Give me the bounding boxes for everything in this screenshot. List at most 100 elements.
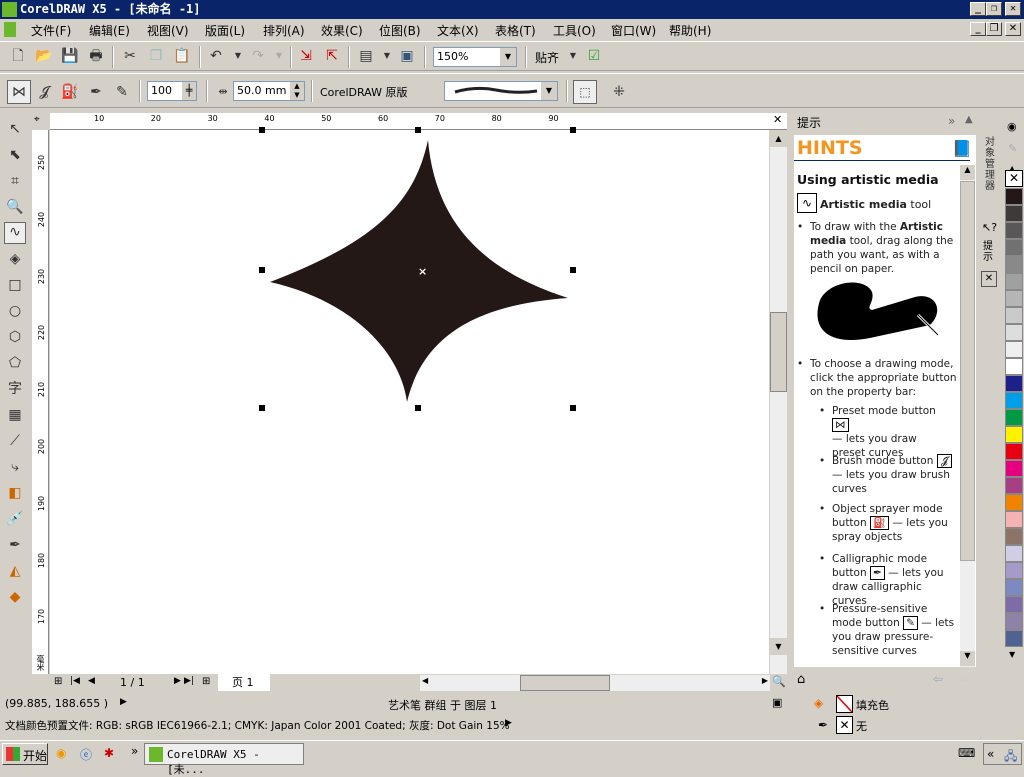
prev-page-icon[interactable]: ◀ bbox=[88, 676, 95, 686]
color-swatch[interactable] bbox=[1005, 494, 1023, 511]
close-doc-icon[interactable]: ✕ bbox=[773, 113, 782, 126]
pick-tool-icon[interactable]: ↖ bbox=[6, 120, 24, 138]
palette-eyedropper-icon[interactable]: ✎ bbox=[1008, 142, 1017, 155]
first-page-icon[interactable]: |◀ bbox=[70, 676, 80, 686]
menu-arrange[interactable]: 排列(A) bbox=[263, 22, 305, 39]
color-swatch[interactable] bbox=[1005, 443, 1023, 460]
text-tool-icon[interactable]: 字 bbox=[6, 380, 24, 398]
fill-icon[interactable]: ◈ bbox=[814, 696, 823, 710]
brush-mode-icon[interactable]: 𝓙 bbox=[35, 83, 53, 101]
selection-handle[interactable] bbox=[570, 405, 576, 411]
selection-handle[interactable] bbox=[259, 267, 265, 273]
color-swatch[interactable] bbox=[1005, 511, 1023, 528]
undo-dropdown-icon[interactable]: ▼ bbox=[229, 47, 247, 65]
scroll-thumb[interactable] bbox=[960, 181, 975, 561]
menu-view[interactable]: 视图(V) bbox=[147, 22, 189, 39]
color-swatch[interactable] bbox=[1005, 188, 1023, 205]
color-swatch[interactable] bbox=[1005, 239, 1023, 256]
app-quicklaunch-icon[interactable]: ✱ bbox=[104, 746, 114, 760]
close-tab-icon[interactable]: ✕ bbox=[981, 271, 997, 287]
chevron-down-icon[interactable]: ▼ bbox=[541, 82, 557, 100]
maximize-button[interactable]: ❐ bbox=[986, 2, 1002, 16]
outline-swatch[interactable]: ✕ bbox=[836, 716, 853, 734]
cut-icon[interactable]: ✂ bbox=[121, 47, 139, 65]
menu-help[interactable]: 帮助(H) bbox=[669, 22, 711, 39]
close-button[interactable]: ✕ bbox=[1005, 2, 1021, 16]
color-swatch[interactable] bbox=[1005, 562, 1023, 579]
drawing-page[interactable]: × bbox=[50, 127, 769, 674]
menu-window[interactable]: 窗口(W) bbox=[611, 22, 656, 39]
color-proof-icon[interactable]: ▣ bbox=[772, 696, 782, 709]
slider-icon[interactable]: ╪ bbox=[182, 82, 196, 100]
menu-edit[interactable]: 编辑(E) bbox=[89, 22, 130, 39]
menu-table[interactable]: 表格(T) bbox=[495, 22, 536, 39]
color-swatch[interactable] bbox=[1005, 409, 1023, 426]
scroll-thumb[interactable] bbox=[770, 312, 787, 392]
add-page-before-icon[interactable]: ⊞ bbox=[54, 676, 62, 687]
print-icon[interactable]: 🖶 bbox=[87, 47, 105, 65]
next-page-icon[interactable]: ▶ bbox=[174, 676, 181, 686]
rectangle-tool-icon[interactable]: □ bbox=[6, 276, 24, 294]
shape-tool-icon[interactable]: ⬉ bbox=[6, 146, 24, 164]
center-marker-icon[interactable]: × bbox=[418, 265, 427, 278]
tab-hints[interactable]: 提示 bbox=[983, 241, 997, 263]
paste-icon[interactable]: 📋 bbox=[173, 47, 191, 65]
scroll-down-icon[interactable]: ▼ bbox=[960, 651, 975, 666]
color-swatch[interactable] bbox=[1005, 273, 1023, 290]
pressure-mode-icon[interactable]: ✎ bbox=[113, 83, 131, 101]
save-icon[interactable]: 💾 bbox=[61, 47, 79, 65]
media-player-icon[interactable]: ◉ bbox=[56, 746, 66, 760]
artistic-media-tool-icon[interactable]: ∿ bbox=[4, 222, 26, 244]
browser-icon[interactable]: ⓔ bbox=[80, 746, 92, 763]
preset-category-label[interactable]: CorelDRAW 原版 bbox=[320, 84, 407, 100]
polygon-tool-icon[interactable]: ⬡ bbox=[6, 328, 24, 346]
forward-icon[interactable]: ⇨ bbox=[957, 672, 967, 686]
preset-stroke-select[interactable]: ▼ bbox=[444, 81, 558, 101]
scroll-left-icon[interactable]: ◀ bbox=[422, 676, 428, 685]
profile-arrow-icon[interactable]: ▶ bbox=[505, 718, 512, 728]
doc-restore-button[interactable]: ❐ bbox=[986, 22, 1002, 36]
color-swatch[interactable] bbox=[1005, 596, 1023, 613]
dimension-tool-icon[interactable]: ⟋ bbox=[6, 432, 24, 450]
ruler-origin-icon[interactable]: ⌖ bbox=[34, 114, 40, 125]
palette-menu-icon[interactable]: ◉ bbox=[1007, 120, 1017, 133]
color-swatch[interactable] bbox=[1005, 256, 1023, 273]
selection-handle[interactable] bbox=[570, 267, 576, 273]
menu-tools[interactable]: 工具(O) bbox=[553, 22, 596, 39]
start-button[interactable]: 开始 bbox=[2, 743, 48, 765]
connector-tool-icon[interactable]: ⤷ bbox=[6, 458, 24, 476]
crop-tool-icon[interactable]: ⌗ bbox=[6, 172, 24, 190]
preset-mode-icon[interactable]: ⋈ bbox=[7, 80, 31, 104]
zoom-level-select[interactable]: 150% ▼ bbox=[433, 47, 517, 67]
book-icon[interactable]: 📘 bbox=[952, 139, 972, 158]
doc-close-button[interactable]: ✕ bbox=[1005, 22, 1021, 36]
application-launcher-icon[interactable]: ▤ bbox=[357, 47, 375, 65]
scroll-up-icon[interactable]: ▲ bbox=[770, 130, 787, 147]
network-icon[interactable]: 🖧 bbox=[1004, 747, 1017, 768]
color-swatch[interactable] bbox=[1005, 460, 1023, 477]
color-swatch[interactable] bbox=[1005, 222, 1023, 239]
sprayer-mode-icon[interactable]: ⛽ bbox=[61, 83, 79, 101]
options-checklist-icon[interactable]: ☑ bbox=[585, 47, 603, 65]
palette-scroll-down-icon[interactable]: ▼ bbox=[1009, 650, 1015, 659]
tray-expand-icon[interactable]: « bbox=[987, 747, 994, 761]
artistic-media-shape[interactable]: × bbox=[50, 130, 769, 674]
scroll-down-icon[interactable]: ▼ bbox=[770, 638, 787, 655]
color-swatch[interactable] bbox=[1005, 358, 1023, 375]
menu-text[interactable]: 文本(X) bbox=[437, 22, 479, 39]
launcher-dropdown-icon[interactable]: ▼ bbox=[378, 47, 396, 65]
redo-icon[interactable]: ↷ bbox=[249, 47, 267, 65]
snap-dropdown-icon[interactable]: ▼ bbox=[564, 47, 582, 65]
copy-icon[interactable]: ❐ bbox=[147, 47, 165, 65]
spinner-icon[interactable]: ▲ ▼ bbox=[290, 82, 304, 100]
back-icon[interactable]: ⇦ bbox=[933, 672, 943, 686]
selection-handle[interactable] bbox=[259, 127, 265, 133]
zoom-tool-icon[interactable]: 🔍 bbox=[6, 198, 24, 216]
smart-fill-tool-icon[interactable]: ◈ bbox=[6, 250, 24, 268]
scale-with-object-icon[interactable]: ⬚ bbox=[573, 80, 597, 104]
color-swatch[interactable] bbox=[1005, 341, 1023, 358]
redo-dropdown-icon[interactable]: ▼ bbox=[270, 47, 288, 65]
color-swatch[interactable] bbox=[1005, 579, 1023, 596]
color-swatch[interactable] bbox=[1005, 324, 1023, 341]
color-swatch[interactable] bbox=[1005, 528, 1023, 545]
